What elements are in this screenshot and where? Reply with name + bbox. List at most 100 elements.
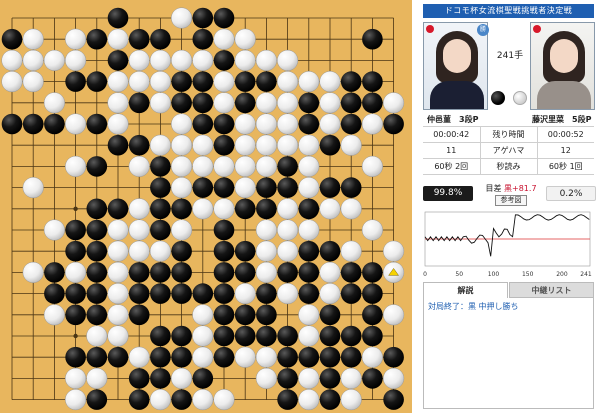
black-stone	[171, 92, 192, 114]
black-stone	[150, 262, 171, 283]
white-stone	[171, 367, 193, 389]
black-stone	[86, 71, 108, 92]
black-byoyomi: 60秒 2回	[423, 158, 480, 175]
black-stone	[171, 346, 192, 368]
white-stone	[128, 219, 150, 241]
black-win-rate: 99.8%	[423, 186, 473, 201]
score-estimate: 目差 黒+81.7	[481, 183, 541, 194]
white-stone	[128, 155, 150, 177]
black-stone	[86, 262, 108, 283]
black-stone	[213, 177, 235, 198]
white-stone	[298, 304, 320, 326]
white-stone	[255, 261, 277, 283]
black-stone	[171, 71, 192, 92]
white-stone	[149, 240, 171, 262]
black-stone	[171, 283, 192, 304]
white-stone	[319, 198, 341, 220]
black-stone	[107, 7, 129, 29]
black-stone	[277, 262, 298, 283]
winner-badge: 勝	[477, 24, 489, 36]
white-stone	[192, 304, 214, 326]
black-stone	[171, 262, 192, 283]
white-stone	[149, 92, 171, 114]
black-stone	[128, 368, 150, 389]
black-stone	[192, 92, 214, 114]
black-stone	[44, 262, 65, 283]
black-stone	[213, 50, 235, 71]
captures-row: 11 アゲハマ 12	[423, 142, 594, 159]
white-stone	[22, 71, 44, 93]
black-stone	[1, 28, 23, 50]
black-stone	[192, 368, 214, 389]
white-stone	[298, 367, 320, 389]
black-stone	[150, 283, 171, 304]
black-stone	[234, 92, 256, 114]
white-stone	[65, 28, 87, 50]
black-stone	[319, 134, 341, 156]
black-stone	[150, 368, 171, 389]
go-board[interactable]	[0, 0, 412, 413]
white-stone	[383, 304, 405, 326]
black-stone	[128, 262, 150, 283]
black-stone	[256, 304, 277, 326]
white-stone	[65, 261, 87, 283]
board-grid[interactable]	[0, 0, 412, 413]
black-stone	[277, 325, 298, 347]
white-stone	[319, 113, 341, 135]
black-stone	[319, 304, 341, 326]
black-stone	[150, 156, 171, 177]
white-stone	[65, 113, 87, 135]
white-stone	[255, 240, 277, 262]
black-stone	[192, 7, 214, 29]
win-rate-graph[interactable]: 0 50 100 150 200 241	[423, 210, 594, 278]
byoyomi-row: 60秒 2回 秒読み 60秒 1回	[423, 158, 594, 175]
move-count: 241手	[496, 51, 524, 61]
black-stone	[86, 113, 108, 135]
white-stone	[22, 261, 44, 283]
black-stone	[128, 389, 150, 410]
tab-relay-list[interactable]: 中継リスト	[509, 282, 594, 298]
white-stone	[86, 367, 108, 389]
black-stone	[362, 283, 383, 304]
black-stone	[192, 71, 214, 92]
white-stone	[255, 134, 277, 156]
white-stone	[1, 71, 23, 93]
black-stone	[192, 28, 214, 50]
white-time: 00:00:52	[537, 126, 594, 143]
white-stone	[171, 155, 193, 177]
white-stone	[234, 49, 256, 71]
tab-commentary[interactable]: 解説	[423, 282, 508, 298]
black-stone	[171, 198, 192, 220]
reference-diagram-button[interactable]: 参考図	[495, 195, 527, 206]
white-stone	[43, 49, 65, 71]
black-stone	[171, 325, 192, 347]
white-stone	[213, 155, 235, 177]
black-stone	[22, 113, 44, 135]
white-stone	[213, 28, 235, 50]
black-stone	[86, 240, 108, 262]
black-stone	[1, 113, 23, 135]
black-stone	[213, 219, 235, 241]
black-stone	[234, 325, 256, 347]
white-stone	[128, 49, 150, 71]
white-stone	[107, 92, 129, 114]
black-stone	[65, 304, 86, 326]
white-stone	[361, 155, 383, 177]
black-stone	[234, 71, 256, 92]
black-stone	[192, 113, 214, 135]
black-stone	[128, 92, 150, 114]
white-stone	[383, 367, 405, 389]
white-stone	[319, 261, 341, 283]
white-stone	[192, 346, 214, 368]
black-stone	[234, 240, 256, 262]
white-stone	[171, 7, 193, 29]
player-body	[430, 81, 484, 109]
black-stone	[86, 304, 108, 326]
black-stone	[340, 283, 362, 304]
white-stone	[149, 134, 171, 156]
white-stone	[298, 71, 320, 93]
white-byoyomi: 60秒 1回	[537, 158, 594, 175]
white-stone	[43, 219, 65, 241]
black-stone	[362, 368, 383, 389]
black-stone	[234, 198, 256, 220]
